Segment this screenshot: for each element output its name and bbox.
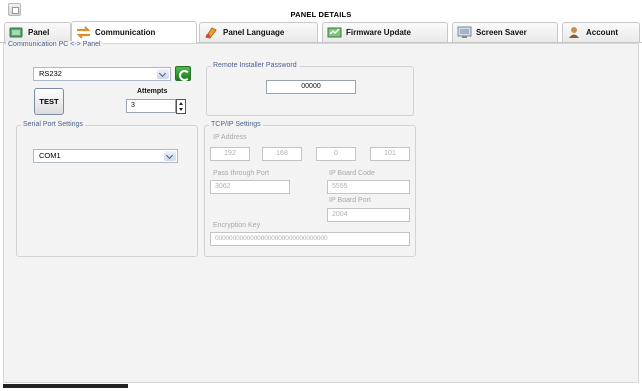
- communication-arrows-icon: [76, 26, 91, 39]
- attempts-label: Attempts: [137, 88, 168, 95]
- encryption-key-input[interactable]: 00000000000000000000000000000000: [210, 232, 410, 246]
- remote-installer-password-input[interactable]: 00000: [266, 80, 356, 94]
- ip-board-code-label: IP Board Code: [329, 170, 375, 177]
- tab-label: Communication: [95, 28, 156, 37]
- port-type-value: RS232: [39, 69, 62, 78]
- attempts-input[interactable]: 3: [126, 99, 176, 113]
- tab-screen-saver[interactable]: Screen Saver: [452, 22, 558, 42]
- tcpip-label: TCP/IP Settings: [209, 121, 263, 128]
- attempts-spinner[interactable]: [176, 99, 186, 114]
- communication-group-label: Communication PC <-> Panel: [6, 41, 103, 48]
- account-icon: [567, 26, 582, 39]
- tab-panel-language[interactable]: Panel Language: [199, 22, 318, 42]
- ip-board-port-label: IP Board Port: [329, 197, 371, 204]
- serial-port-group: [16, 125, 198, 257]
- tab-panel[interactable]: Panel: [4, 22, 71, 42]
- tab-label: Account: [586, 28, 618, 37]
- panel-icon: [9, 26, 24, 39]
- remote-installer-label: Remote Installer Password: [211, 62, 299, 69]
- serial-port-value: COM1: [39, 151, 61, 160]
- tab-account[interactable]: Account: [562, 22, 640, 42]
- bottom-bar: [3, 384, 128, 388]
- tab-label: Firmware Update: [346, 28, 411, 37]
- ip-board-port-input[interactable]: 2004: [327, 208, 410, 222]
- pass-through-port-label: Pass through Port: [213, 170, 270, 177]
- ip-octet-4[interactable]: 101: [370, 147, 410, 161]
- ip-board-code-input[interactable]: 5555: [327, 180, 410, 194]
- chevron-down-icon[interactable]: [157, 69, 169, 79]
- ip-address-label: IP Address: [213, 134, 247, 141]
- window-title: PANEL DETAILS: [290, 10, 352, 19]
- serial-port-select[interactable]: COM1: [33, 149, 178, 163]
- firmware-update-icon: [327, 26, 342, 39]
- test-button[interactable]: TEST: [34, 88, 64, 115]
- tab-label: Panel: [28, 28, 50, 37]
- tab-label: Panel Language: [223, 28, 285, 37]
- screen-saver-icon: [457, 26, 472, 39]
- port-type-select[interactable]: RS232: [33, 67, 171, 81]
- tab-label: Screen Saver: [476, 28, 527, 37]
- pass-through-port-input[interactable]: 3062: [210, 180, 290, 194]
- panel-language-icon: [204, 26, 219, 39]
- encryption-key-label: Encryption Key: [213, 222, 261, 229]
- ip-octet-2[interactable]: 168: [262, 147, 302, 161]
- chevron-down-icon[interactable]: [164, 151, 176, 161]
- tab-firmware-update[interactable]: Firmware Update: [322, 22, 448, 42]
- serial-port-label: Serial Port Settings: [21, 121, 85, 128]
- ip-octet-3[interactable]: 0: [316, 147, 356, 161]
- tab-bar: Panel Communication Panel Language Firmw…: [0, 21, 642, 43]
- title-bar: PANEL DETAILS: [0, 0, 642, 22]
- ip-octet-1[interactable]: 192: [210, 147, 250, 161]
- tab-communication[interactable]: Communication: [71, 21, 197, 43]
- refresh-icon[interactable]: [175, 66, 191, 81]
